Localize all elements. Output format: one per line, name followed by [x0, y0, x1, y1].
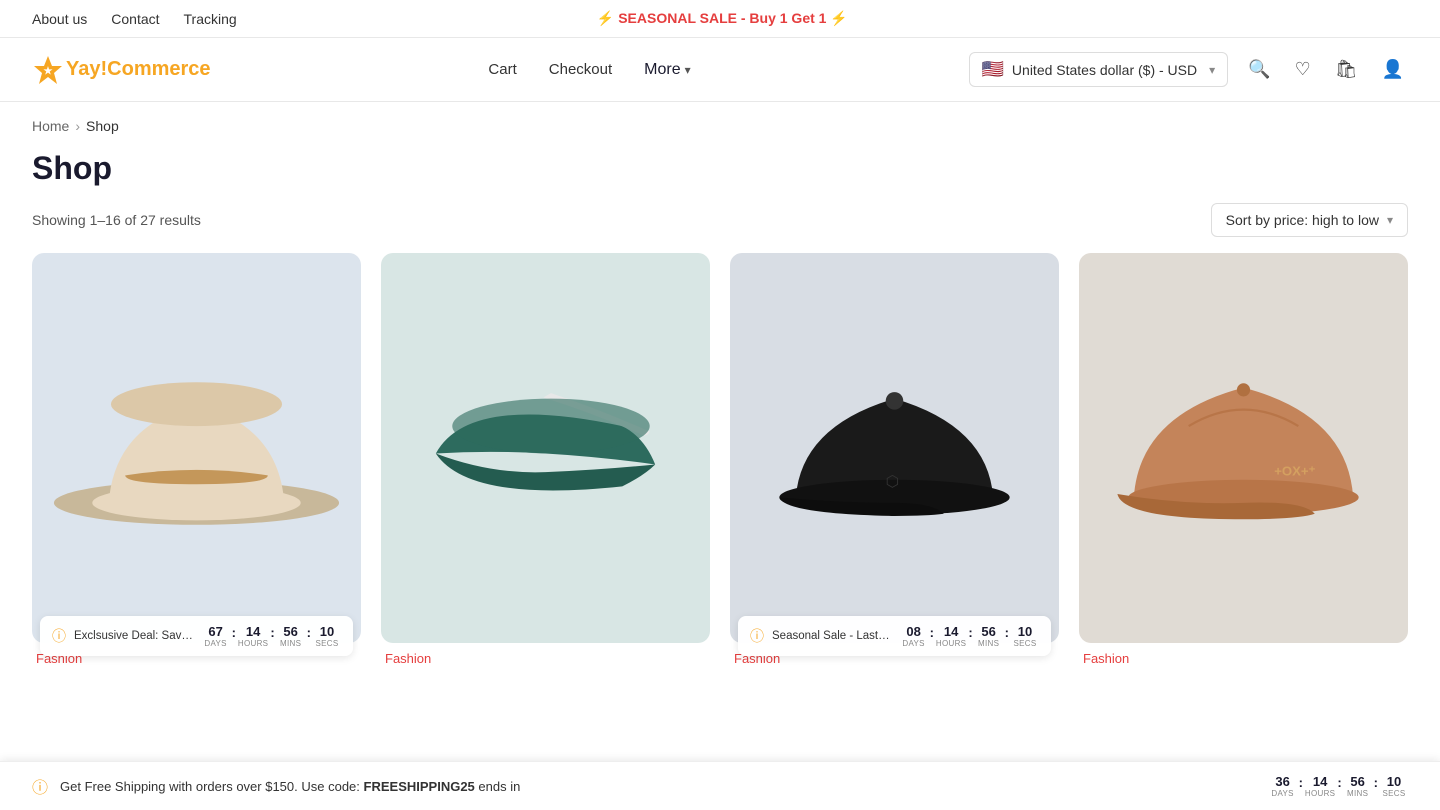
contact-link[interactable]: Contact — [111, 11, 159, 27]
more-chevron-icon: ▾ — [685, 63, 691, 77]
product-image-2 — [381, 253, 710, 643]
banner-text-3: Seasonal Sale - Last Chance to Buy 1 Get… — [772, 630, 892, 642]
banner-text-1: Exclsusive Deal: Save 20% When You Bundl… — [74, 630, 194, 642]
currency-selector[interactable]: 🇺🇸 United States dollar ($) - USD ▾ — [969, 52, 1229, 87]
product-grid: ⓘ Exclsusive Deal: Save 20% When You Bun… — [0, 253, 1440, 668]
svg-text:⬡: ⬡ — [886, 473, 899, 490]
tracking-link[interactable]: Tracking — [184, 11, 237, 27]
flag-icon: 🇺🇸 — [982, 59, 1004, 80]
product-card-4[interactable]: +OX+⁺ Fashion — [1079, 253, 1408, 668]
product-image-4: +OX+⁺ — [1079, 253, 1408, 643]
banner-info-icon-1: ⓘ — [52, 626, 66, 646]
product-card-1[interactable]: ⓘ Exclsusive Deal: Save 20% When You Bun… — [32, 253, 361, 668]
sort-chevron-icon: ▾ — [1387, 213, 1393, 227]
cart-nav-link[interactable]: Cart — [488, 61, 516, 78]
wishlist-button[interactable]: ♡ — [1291, 55, 1315, 84]
svg-text:★: ★ — [44, 66, 53, 77]
currency-chevron-icon: ▾ — [1209, 63, 1215, 77]
currency-label: United States dollar ($) - USD — [1012, 62, 1197, 78]
countdown-3: 08DAYS : 14HOURS : 56MINS : 10SECS — [900, 624, 1039, 648]
sort-dropdown[interactable]: Sort by price: high to low ▾ — [1211, 203, 1408, 237]
shipping-info-icon: ⓘ — [32, 774, 48, 798]
top-bar: About us Contact Tracking ⚡ SEASONAL SAL… — [0, 0, 1440, 38]
svg-text:+OX+⁺: +OX+⁺ — [1274, 463, 1315, 478]
product-category-4: Fashion — [1079, 643, 1408, 668]
logo[interactable]: ★ Yay!Commerce — [32, 54, 211, 86]
header-actions: 🇺🇸 United States dollar ($) - USD ▾ 🔍 ♡ … — [969, 52, 1408, 87]
lightning-icon-right: ⚡ — [830, 10, 847, 26]
account-button[interactable]: 👤 — [1378, 55, 1408, 84]
top-bar-links: About us Contact Tracking — [32, 11, 237, 27]
breadcrumb-separator: › — [75, 118, 80, 134]
product-card-3[interactable]: ⬡ ⓘ Seasonal Sale - Last Chance to Buy 1… — [730, 253, 1059, 668]
page-title: Shop — [0, 142, 1440, 203]
banner-info-icon-3: ⓘ — [750, 626, 764, 646]
logo-star-icon: ★ — [32, 54, 64, 86]
sale-banner: ⚡ SEASONAL SALE - Buy 1 Get 1 ⚡ — [597, 10, 848, 27]
search-button[interactable]: 🔍 — [1244, 55, 1274, 84]
countdown-banner-1: ⓘ Exclsusive Deal: Save 20% When You Bun… — [40, 616, 353, 656]
countdown-banner-3: ⓘ Seasonal Sale - Last Chance to Buy 1 G… — [738, 616, 1051, 656]
shop-toolbar: Showing 1–16 of 27 results Sort by price… — [0, 203, 1440, 253]
breadcrumb-current: Shop — [86, 118, 119, 134]
more-dropdown[interactable]: More ▾ — [644, 61, 690, 79]
countdown-1: 67DAYS : 14HOURS : 56MINS : 10SECS — [202, 624, 341, 648]
sale-text: SEASONAL SALE - Buy 1 Get 1 — [618, 10, 826, 26]
results-count: Showing 1–16 of 27 results — [32, 212, 201, 228]
about-us-link[interactable]: About us — [32, 11, 87, 27]
main-nav: Cart Checkout More ▾ — [488, 61, 690, 79]
checkout-nav-link[interactable]: Checkout — [549, 61, 612, 78]
main-header: ★ Yay!Commerce Cart Checkout More ▾ 🇺🇸 U… — [0, 38, 1440, 102]
more-label: More — [644, 61, 680, 79]
shipping-text: Get Free Shipping with orders over $150.… — [60, 779, 1249, 794]
sort-label: Sort by price: high to low — [1226, 212, 1379, 228]
breadcrumb: Home › Shop — [0, 102, 1440, 142]
breadcrumb-home[interactable]: Home — [32, 118, 69, 134]
lightning-icon-left: ⚡ — [597, 10, 614, 26]
logo-text: Yay!Commerce — [66, 58, 211, 81]
shipping-bar: ⓘ Get Free Shipping with orders over $15… — [0, 761, 1440, 810]
shipping-countdown: 36DAYS : 14HOURS : 56MINS : 10SECS — [1269, 774, 1408, 798]
cart-button[interactable]: 🛍 — [1331, 55, 1362, 84]
product-image-3: ⬡ — [730, 253, 1059, 643]
product-image-1 — [32, 253, 361, 643]
product-category-2: Fashion — [381, 643, 710, 668]
product-card-2[interactable]: Fashion — [381, 253, 710, 668]
